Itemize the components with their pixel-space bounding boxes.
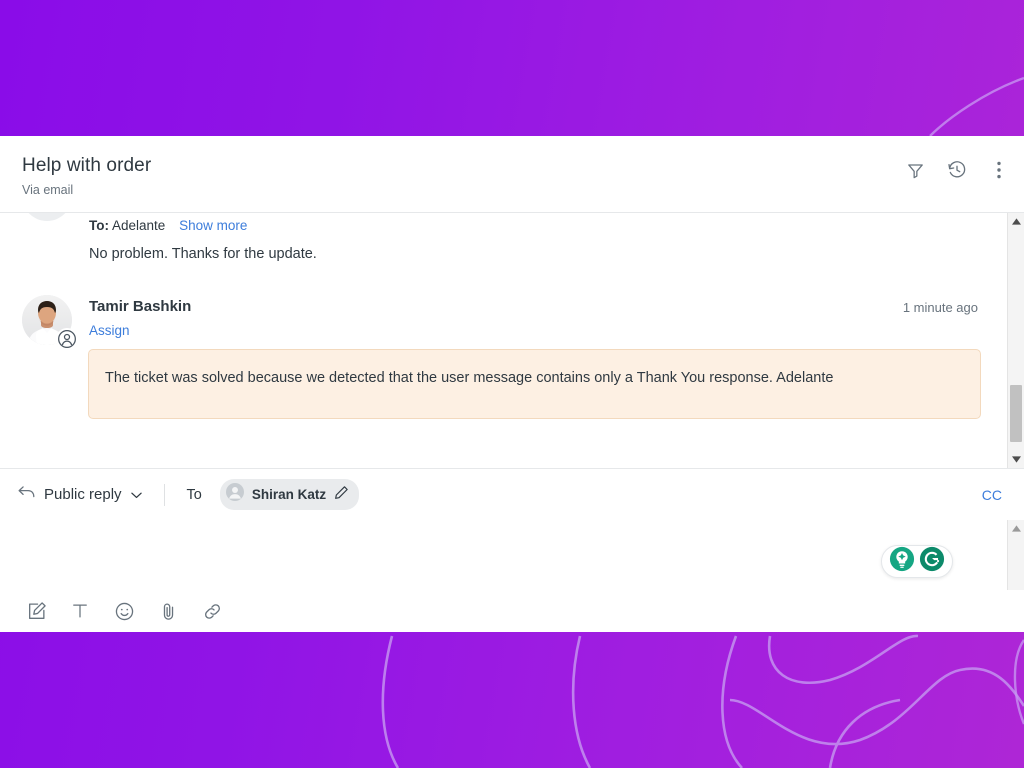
recipient-chip[interactable]: Shiran Katz [219, 479, 360, 510]
message-timestamp: 1 minute ago [902, 300, 978, 315]
text-format-icon[interactable] [68, 599, 92, 623]
more-options-icon[interactable] [988, 159, 1010, 181]
conversation-message-clipped: To: Adelante Show more No problem. Thank… [0, 213, 998, 289]
header-actions [904, 159, 1010, 181]
conversation-message-note: Tamir Bashkin Assign 1 minute ago The ti… [0, 289, 998, 419]
divider [163, 483, 165, 506]
internal-note-body: The ticket was solved because we detecte… [88, 349, 981, 419]
app-background: Help with order Via email To: Adelante S… [0, 0, 1024, 768]
avatar [22, 213, 72, 221]
reply-bar: Public reply To Shiran Katz CC [0, 468, 1024, 520]
agent-badge-icon [56, 328, 78, 350]
pencil-edit-icon[interactable] [334, 485, 349, 505]
page-title: Help with order [22, 155, 152, 176]
scrollbar-thumb[interactable] [1010, 384, 1022, 443]
ticket-channel-subtitle: Via email [22, 183, 74, 197]
emoji-icon[interactable] [112, 599, 136, 623]
lightbulb-sparkle-icon[interactable] [889, 546, 915, 577]
chevron-down-icon [130, 486, 142, 504]
scrollbar-track[interactable] [1008, 537, 1024, 587]
scroll-up-arrow-icon[interactable] [1008, 520, 1024, 537]
reply-type-selector[interactable]: Public reply [18, 485, 142, 504]
conversation-scrollbar[interactable] [1007, 213, 1024, 468]
cc-link[interactable]: CC [982, 487, 1002, 503]
ticket-panel: Help with order Via email To: Adelante S… [0, 136, 1024, 632]
compose-edit-icon[interactable] [24, 599, 48, 623]
recipient-name: Shiran Katz [251, 487, 327, 502]
attachment-icon[interactable] [156, 599, 180, 623]
scroll-down-arrow-icon[interactable] [1008, 451, 1024, 468]
show-more-link[interactable]: Show more [179, 218, 247, 233]
reply-type-label: Public reply [44, 486, 122, 503]
grammarly-logo-icon[interactable] [919, 546, 945, 577]
link-icon[interactable] [200, 599, 224, 623]
grammarly-widget[interactable] [881, 545, 953, 578]
filter-icon[interactable] [904, 159, 926, 181]
person-avatar-icon [225, 483, 244, 506]
message-body: No problem. Thanks for the update. [89, 246, 317, 262]
format-toolbar [0, 590, 1024, 632]
to-value: Adelante [112, 218, 166, 233]
to-label: To: [89, 218, 109, 233]
message-recipient-line: To: Adelante Show more [89, 218, 247, 233]
to-label: To [186, 486, 202, 503]
history-icon[interactable] [946, 159, 968, 181]
conversation-thread[interactable]: To: Adelante Show more No problem. Thank… [0, 213, 1024, 468]
scroll-up-arrow-icon[interactable] [1008, 213, 1024, 230]
message-author: Tamir Bashkin [89, 298, 192, 315]
avatar [22, 295, 78, 350]
scrollbar-track[interactable] [1008, 230, 1024, 451]
reply-arrow-icon [18, 485, 35, 504]
assign-link[interactable]: Assign [89, 323, 130, 338]
ticket-header: Help with order Via email [0, 136, 1024, 213]
